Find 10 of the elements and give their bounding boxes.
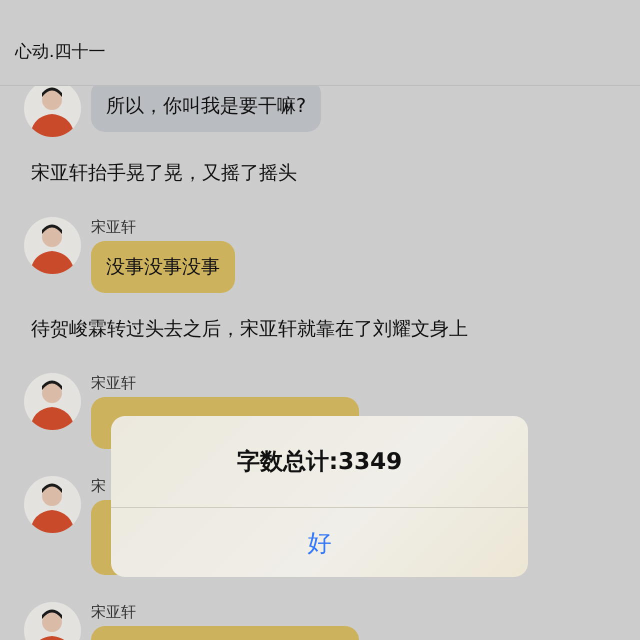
narration-text: 宋亚轩抬手晃了晃，又摇了摇头 bbox=[30, 161, 298, 186]
sender-name: 宋亚轩 bbox=[91, 373, 136, 393]
chapter-title: 心动.四十一 bbox=[15, 42, 106, 62]
ok-button[interactable]: 好 bbox=[111, 508, 528, 577]
narration-text: 待贺峻霖转过头去之后，宋亚轩就靠在了刘耀文身上 bbox=[30, 317, 469, 342]
sender-name: 宋亚轩 bbox=[91, 602, 136, 622]
alert-title: 字数总计:3349 bbox=[111, 416, 528, 508]
sender-name: 宋亚轩 bbox=[91, 217, 136, 237]
sender-name: 宋 bbox=[91, 476, 106, 496]
message-bubble: 没事没事没事 bbox=[91, 241, 235, 293]
